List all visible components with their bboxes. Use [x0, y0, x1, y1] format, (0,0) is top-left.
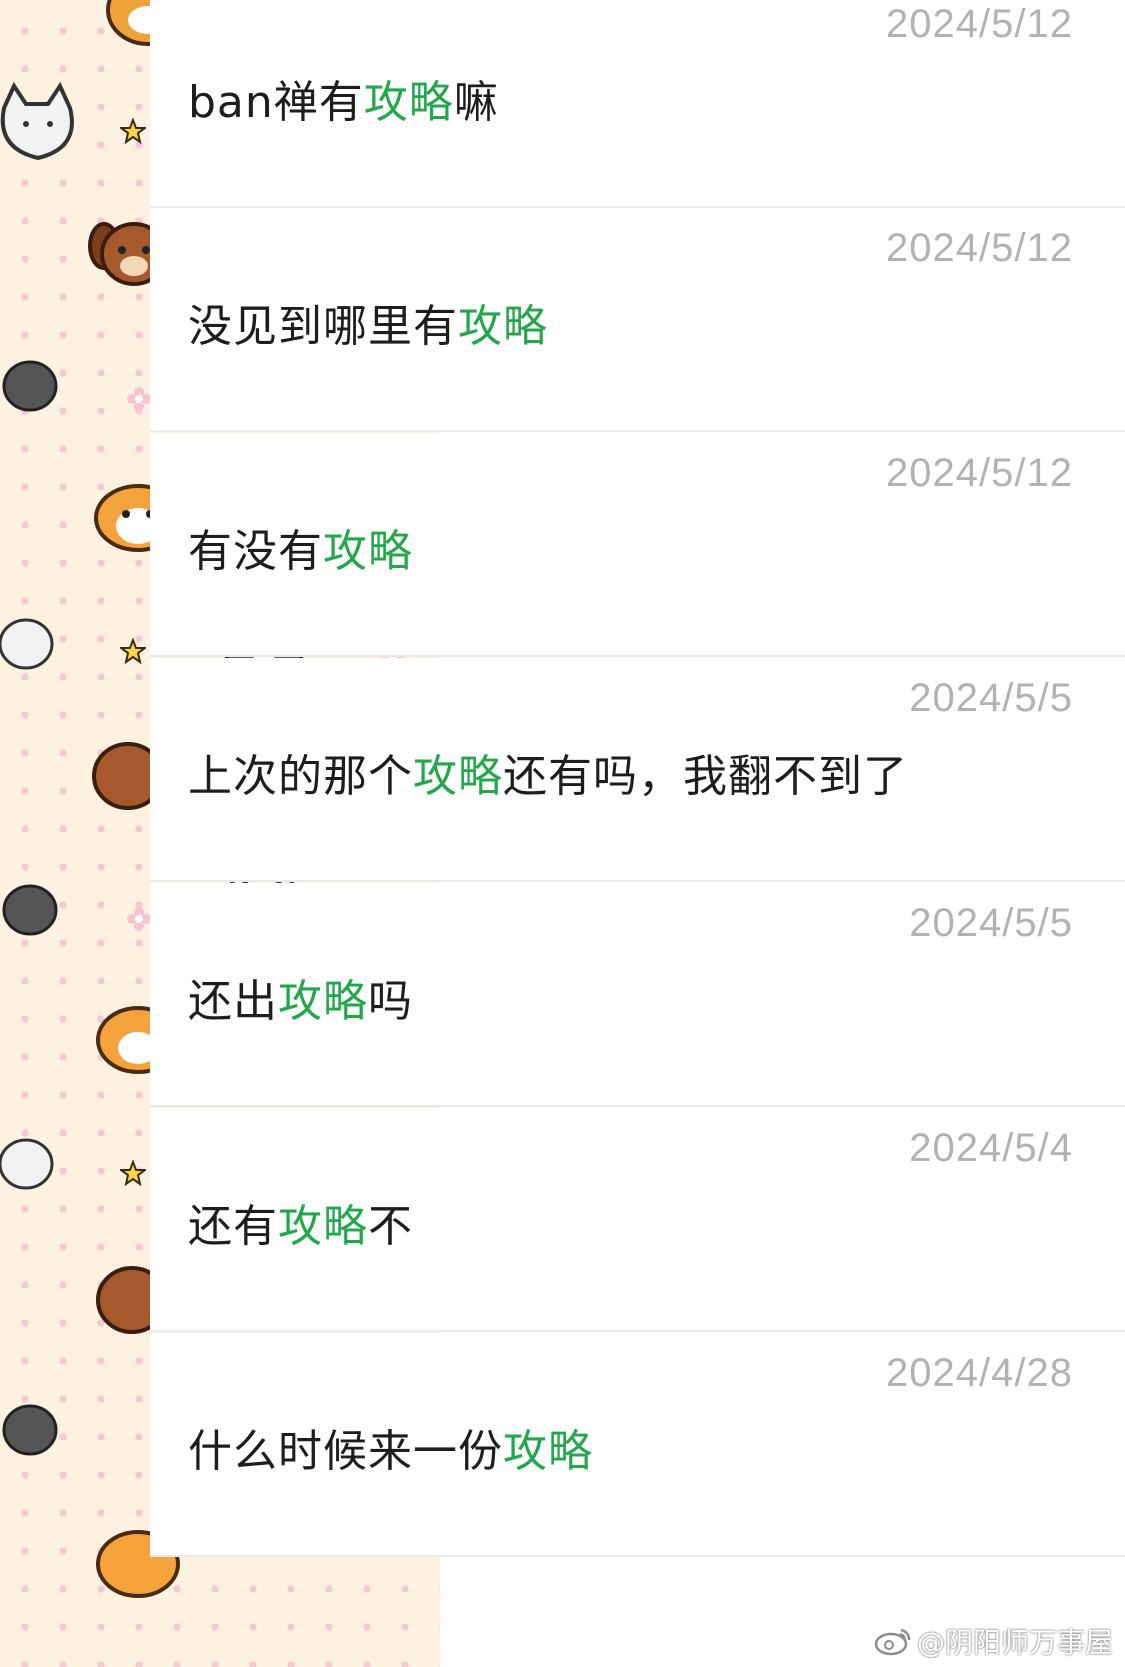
message-text: 没见到哪里有攻略: [188, 301, 548, 352]
list-item[interactable]: 2024/5/5 还出攻略吗: [150, 883, 1125, 1107]
weibo-icon: [874, 1628, 911, 1656]
white-cat-sticker-icon: [0, 81, 74, 161]
watermark-text: @阴阳师万事屋: [916, 1626, 1113, 1659]
list-item[interactable]: 2024/5/12 ban禅有攻略嘛: [150, 0, 1125, 208]
message-date: 2024/4/28: [886, 1351, 1073, 1395]
message-date: 2024/5/12: [886, 451, 1073, 495]
white-cat-sticker-icon: [0, 618, 54, 670]
message-text: ban禅有攻略嘛: [188, 77, 499, 128]
list-item[interactable]: 2024/5/4 还有攻略不: [150, 1108, 1125, 1332]
list-item[interactable]: 2024/4/28 什么时候来一份攻略: [150, 1333, 1125, 1557]
keyword-highlight: 攻略: [413, 751, 503, 802]
gray-cat-sticker-icon: [2, 360, 58, 412]
white-cat-sticker-icon: [0, 1138, 54, 1190]
gray-cat-sticker-icon: [2, 1404, 58, 1456]
message-date: 2024/5/12: [886, 226, 1073, 270]
gray-cat-sticker-icon: [2, 884, 58, 936]
keyword-highlight: 攻略: [503, 1426, 593, 1477]
message-date: 2024/5/12: [886, 2, 1073, 46]
list-item[interactable]: 2024/5/12 有没有攻略: [150, 433, 1125, 657]
message-date: 2024/5/5: [909, 676, 1073, 720]
star-icon: [120, 118, 146, 144]
list-item[interactable]: 2024/5/5 上次的那个攻略还有吗，我翻不到了: [150, 658, 1125, 882]
message-text: 有没有攻略: [188, 526, 413, 577]
keyword-highlight: 攻略: [458, 301, 548, 352]
keyword-highlight: 攻略: [278, 976, 368, 1027]
list-item[interactable]: 2024/5/12 没见到哪里有攻略: [150, 208, 1125, 432]
message-text: 上次的那个攻略还有吗，我翻不到了: [188, 751, 908, 802]
message-date: 2024/5/4: [909, 1126, 1073, 1170]
message-text: 还有攻略不: [188, 1201, 413, 1252]
star-icon: [120, 638, 146, 664]
message-text: 什么时候来一份攻略: [188, 1426, 593, 1477]
flower-icon: [127, 907, 151, 931]
keyword-highlight: 攻略: [278, 1201, 368, 1252]
message-date: 2024/5/5: [909, 901, 1073, 945]
keyword-highlight: 攻略: [363, 77, 454, 128]
message-text: 还出攻略吗: [188, 976, 413, 1027]
keyword-highlight: 攻略: [323, 526, 413, 577]
star-icon: [120, 1160, 146, 1186]
flower-icon: [127, 387, 151, 411]
watermark: @阴阳师万事屋: [873, 1621, 1113, 1661]
